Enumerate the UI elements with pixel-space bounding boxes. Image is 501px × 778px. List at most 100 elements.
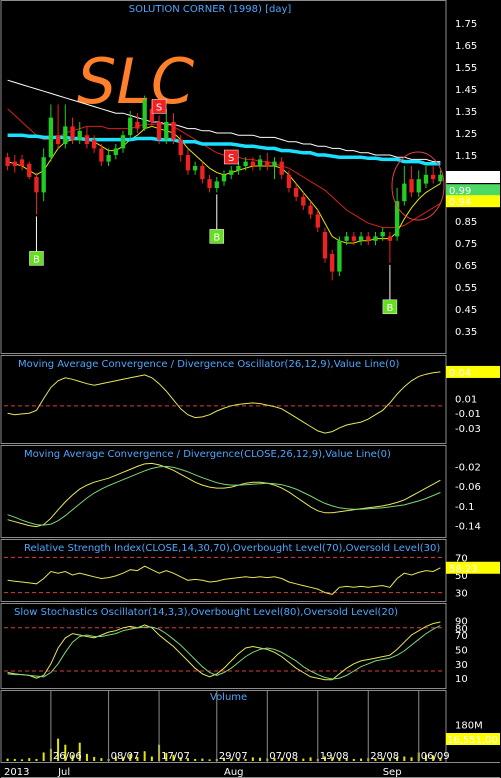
candle-body bbox=[70, 126, 75, 140]
volume-bar bbox=[259, 757, 262, 761]
candle-body bbox=[416, 179, 421, 193]
candle-body bbox=[236, 166, 241, 171]
stock-chart: SLC BBBSS SOLUTION CORNER (1998) [day] 1… bbox=[0, 0, 501, 778]
volume-tick-label: 180M bbox=[455, 720, 483, 731]
candle-body bbox=[41, 157, 46, 193]
indicator-tick-label: 30 bbox=[455, 589, 468, 600]
candle-body bbox=[192, 166, 198, 171]
candle-body bbox=[351, 236, 356, 241]
candle-body bbox=[128, 117, 133, 136]
indicator-tick-label: -0.01 bbox=[455, 409, 481, 420]
date-tick-label: 26/06 bbox=[53, 751, 82, 762]
candle-body bbox=[438, 174, 443, 182]
period-label: Jul bbox=[57, 767, 70, 778]
date-tick-label: 19/08 bbox=[320, 751, 349, 762]
indicator-title: Moving Average Convergence / Divergence … bbox=[18, 359, 399, 370]
candle-body bbox=[409, 179, 414, 193]
candle-body bbox=[272, 161, 277, 166]
date-tick-label: 29/07 bbox=[219, 751, 248, 762]
candle-body bbox=[34, 177, 39, 193]
sell-marker-label: S bbox=[228, 153, 234, 164]
period-label: Aug bbox=[224, 767, 244, 778]
indicator-title: Slow Stochastics Oscillator(14,3,3),Over… bbox=[14, 607, 398, 618]
candle-body bbox=[257, 159, 263, 166]
volume-bar bbox=[143, 751, 146, 761]
volume-title: Volume bbox=[210, 692, 247, 703]
indicator-tick-label: 70 bbox=[455, 631, 468, 642]
candle-body bbox=[293, 188, 299, 197]
candle-body bbox=[12, 161, 17, 166]
price-tick-label: 1.35 bbox=[455, 107, 477, 118]
candle-body bbox=[27, 163, 32, 177]
price-tick-label: 0.75 bbox=[455, 239, 477, 250]
candle-body bbox=[265, 161, 270, 166]
price-tick-label: 1.15 bbox=[455, 151, 477, 162]
candle-body bbox=[99, 148, 104, 162]
volume-bar bbox=[35, 758, 38, 761]
volume-bar bbox=[251, 757, 254, 761]
candle-body bbox=[243, 161, 248, 166]
indicator-tick-label: -0.03 bbox=[455, 424, 481, 435]
candle-body bbox=[178, 139, 183, 155]
volume-bar bbox=[28, 758, 31, 761]
candle-body bbox=[286, 174, 292, 188]
candle-body bbox=[200, 166, 205, 180]
volume-bar bbox=[93, 756, 96, 761]
price-tick-label: 1.25 bbox=[455, 129, 477, 140]
chart-background bbox=[0, 0, 501, 778]
indicator-tick-label: 0.01 bbox=[455, 394, 477, 405]
indicator-tick-label: -0.1 bbox=[455, 502, 475, 513]
candle-body bbox=[373, 236, 378, 241]
candle-body bbox=[214, 181, 219, 188]
price-badge-label: 0.94 bbox=[449, 197, 471, 208]
indicator-title: Moving Average Convergence / Divergence(… bbox=[24, 449, 391, 460]
volume-bar bbox=[150, 756, 153, 761]
volume-bar bbox=[6, 758, 9, 761]
date-tick-label: 17/07 bbox=[161, 751, 190, 762]
date-tick-label: 07/08 bbox=[269, 751, 298, 762]
candle-body bbox=[164, 122, 169, 140]
volume-bar bbox=[352, 758, 355, 761]
price-tick-label: 1.55 bbox=[455, 63, 477, 74]
candle-body bbox=[92, 139, 97, 149]
candle-body bbox=[358, 236, 364, 241]
volume-bar bbox=[309, 757, 312, 761]
candle-body bbox=[84, 135, 90, 144]
indicator-tick-label: -0.06 bbox=[455, 482, 481, 493]
volume-bar bbox=[403, 756, 406, 761]
candle-body bbox=[279, 161, 284, 175]
sell-marker-label: S bbox=[156, 102, 162, 113]
indicator-tick-label: 10 bbox=[455, 674, 468, 685]
volume-bar bbox=[194, 758, 197, 761]
candle-body bbox=[301, 196, 306, 206]
candle-body bbox=[221, 174, 227, 182]
candle-body bbox=[207, 179, 212, 188]
period-label: Sep bbox=[383, 767, 402, 778]
candle-body bbox=[337, 240, 342, 272]
price-badges: 1.050.990.94 bbox=[446, 171, 500, 208]
candle-body bbox=[387, 236, 393, 241]
buy-marker-label: B bbox=[386, 303, 393, 314]
indicator-title: Relative Strength Index(CLOSE,14,30,70),… bbox=[24, 543, 440, 554]
candle-body bbox=[185, 155, 191, 171]
candle-body bbox=[250, 161, 256, 166]
indicator-tick-label: 30 bbox=[455, 660, 468, 671]
candle-body bbox=[19, 159, 25, 166]
candle-body bbox=[55, 135, 61, 144]
candle-body bbox=[229, 170, 234, 175]
volume-bar bbox=[302, 758, 305, 761]
candle-body bbox=[142, 100, 147, 129]
price-tick-label: 1.75 bbox=[455, 19, 477, 30]
candle-body bbox=[113, 148, 118, 155]
price-tick-label: 1.45 bbox=[455, 85, 477, 96]
price-tick-label: 0.45 bbox=[455, 305, 477, 316]
price-tick-label: 1.65 bbox=[455, 41, 477, 52]
period-label: 2013 bbox=[4, 767, 29, 778]
indicator-badge-label: 0.04 bbox=[449, 368, 471, 379]
date-tick-label: 08/07 bbox=[111, 751, 140, 762]
indicator-tick-label: -0.02 bbox=[455, 462, 481, 473]
candle-body bbox=[366, 236, 371, 241]
candle-body bbox=[322, 232, 328, 259]
candle-body bbox=[423, 174, 429, 184]
volume-bar bbox=[100, 758, 103, 761]
